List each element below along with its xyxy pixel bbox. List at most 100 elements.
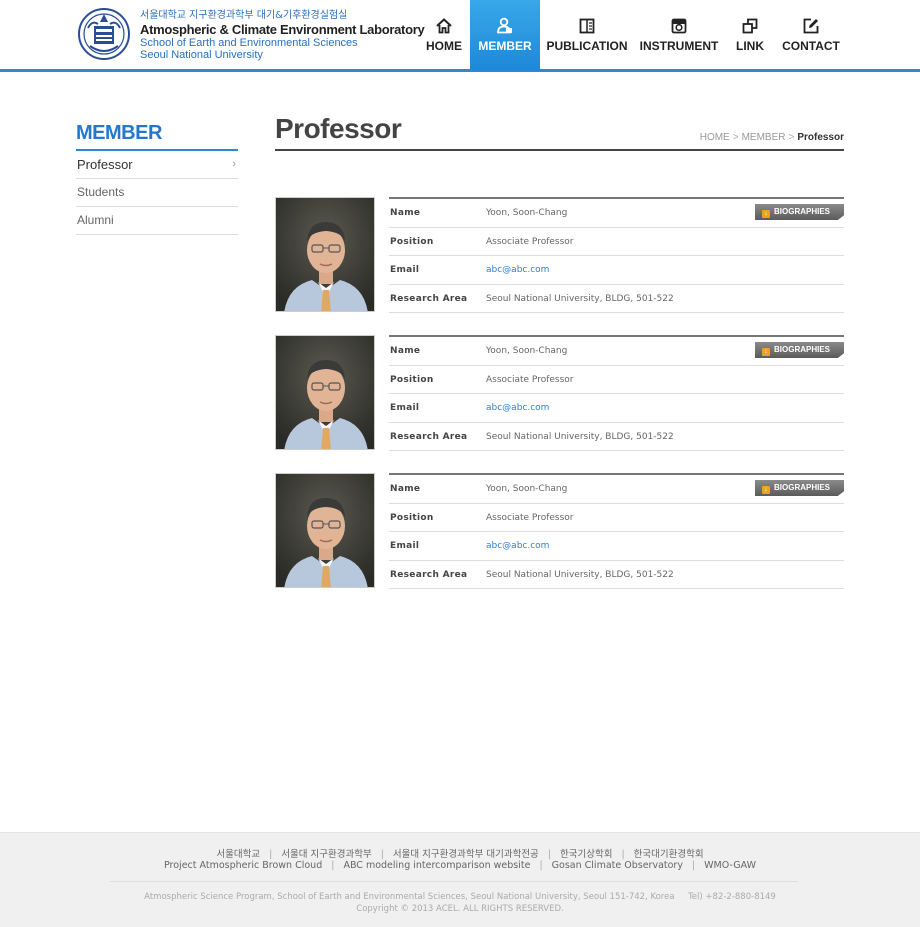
logo-text[interactable]: 서울대학교 지구환경과학부 대기&기후환경실험실 Atmospheric & C… bbox=[140, 10, 425, 61]
nav-contact-label: CONTACT bbox=[782, 39, 840, 53]
footer-link-kms[interactable]: 한국기상학회 bbox=[560, 849, 612, 860]
nav-home[interactable]: HOME bbox=[418, 0, 470, 70]
download-icon: ↓ bbox=[762, 348, 770, 356]
biographies-button[interactable]: ↓ BIOGRAPHIES bbox=[755, 342, 844, 358]
nav-publication[interactable]: PUBLICATION bbox=[540, 0, 634, 70]
separator: | bbox=[539, 860, 543, 871]
download-icon: ↓ bbox=[762, 210, 770, 218]
member-row-name: Name Yoon, Soon-Chang ↓ BIOGRAPHIES bbox=[389, 475, 844, 504]
professor-portrait bbox=[276, 474, 374, 587]
footer-tel: Tel) +82-2-880-8149 bbox=[688, 892, 776, 902]
separator: | bbox=[331, 860, 335, 871]
member-card: Name Yoon, Soon-Chang ↓ BIOGRAPHIES Posit… bbox=[275, 197, 844, 313]
separator: | bbox=[547, 849, 552, 860]
member-icon bbox=[497, 17, 512, 34]
member-research-area: Seoul National University, BLDG, 501-522 bbox=[486, 431, 674, 442]
biographies-button-label: BIOGRAPHIES bbox=[774, 483, 831, 492]
footer-link-atmos[interactable]: 서울대 지구환경과학부 대기과학전공 bbox=[393, 849, 539, 860]
sidebar-item-students[interactable]: Students bbox=[76, 179, 238, 207]
position-label: Position bbox=[390, 374, 434, 385]
biographies-button[interactable]: ↓ BIOGRAPHIES bbox=[755, 480, 844, 496]
nav-contact[interactable]: CONTACT bbox=[776, 0, 846, 70]
separator: | bbox=[269, 849, 273, 860]
email-label: Email bbox=[390, 403, 420, 413]
nav-member[interactable]: MEMBER bbox=[470, 0, 540, 70]
name-label: Name bbox=[390, 484, 421, 494]
member-row-email: Email abc@abc.com bbox=[389, 532, 844, 561]
name-label: Name bbox=[390, 208, 421, 218]
nav-member-label: MEMBER bbox=[478, 39, 532, 53]
breadcrumb-member[interactable]: MEMBER bbox=[742, 132, 786, 143]
sidebar-item-alumni[interactable]: Alumni bbox=[76, 207, 238, 235]
email-label: Email bbox=[390, 541, 420, 551]
nav-instrument[interactable]: INSTRUMENT bbox=[634, 0, 724, 70]
member-email-link[interactable]: abc@abc.com bbox=[486, 541, 549, 551]
member-card: Name Yoon, Soon-Chang ↓ BIOGRAPHIES Posit… bbox=[275, 335, 844, 451]
home-icon bbox=[436, 18, 452, 34]
member-info-table: Name Yoon, Soon-Chang ↓ BIOGRAPHIES Posit… bbox=[389, 335, 844, 451]
research-area-label: Research Area bbox=[390, 569, 468, 580]
footer-link-abc-model[interactable]: ABC modeling intercomparison website bbox=[343, 860, 530, 871]
breadcrumb-current: Professor bbox=[797, 132, 844, 143]
member-email-link[interactable]: abc@abc.com bbox=[486, 403, 549, 413]
separator: | bbox=[380, 849, 384, 860]
footer-links-korean: 서울대학교 | 서울대 지구환경과학부 | 서울대 지구환경과학부 대기과학전공 | 한국기… bbox=[0, 846, 920, 860]
link-icon bbox=[742, 18, 758, 34]
footer-link-snu[interactable]: 서울대학교 bbox=[216, 849, 260, 860]
member-info-table: Name Yoon, Soon-Chang ↓ BIOGRAPHIES Posit… bbox=[389, 473, 844, 589]
university-seal-logo[interactable] bbox=[78, 8, 130, 60]
footer-copyright: Copyright © 2013 ACEL. ALL RIGHTS RESERV… bbox=[356, 904, 564, 914]
footer-links-english: Project Atmospheric Brown Cloud | ABC mode… bbox=[0, 860, 920, 871]
member-research-area: Seoul National University, BLDG, 501-522 bbox=[486, 569, 674, 580]
sidebar-menu: Professor › Students Alumni bbox=[76, 151, 238, 235]
footer-link-wmo[interactable]: WMO-GAW bbox=[704, 860, 756, 871]
main-nav: HOME MEMBER PUBLICATION INSTRUMENT LINK … bbox=[418, 0, 846, 70]
research-area-label: Research Area bbox=[390, 293, 468, 304]
breadcrumb-home[interactable]: HOME bbox=[700, 132, 730, 143]
member-row-position: Position Associate Professor bbox=[389, 504, 844, 532]
site-header: 서울대학교 지구환경과학부 대기&기후환경실험실 Atmospheric & C… bbox=[0, 0, 920, 72]
logo-school-name: School of Earth and Environmental Scienc… bbox=[140, 37, 358, 49]
member-row-research-area: Research Area Seoul National University,… bbox=[389, 423, 844, 451]
nav-link[interactable]: LINK bbox=[724, 0, 776, 70]
nav-publication-label: PUBLICATION bbox=[546, 39, 628, 53]
member-photo bbox=[275, 473, 375, 588]
chevron-right-icon: > bbox=[732, 132, 739, 143]
professor-portrait bbox=[276, 336, 374, 449]
research-area-label: Research Area bbox=[390, 431, 468, 442]
sidebar-item-label: Alumni bbox=[77, 213, 114, 227]
member-name: Yoon, Soon-Chang bbox=[486, 208, 568, 218]
book-icon bbox=[579, 18, 595, 34]
name-label: Name bbox=[390, 346, 421, 356]
footer-link-gosan[interactable]: Gosan Climate Observatory bbox=[552, 860, 683, 871]
camera-icon bbox=[671, 18, 687, 34]
separator: | bbox=[691, 860, 696, 871]
member-row-position: Position Associate Professor bbox=[389, 228, 844, 256]
member-row-email: Email abc@abc.com bbox=[389, 256, 844, 285]
footer-link-abc[interactable]: Project Atmospheric Brown Cloud bbox=[164, 860, 322, 871]
member-row-email: Email abc@abc.com bbox=[389, 394, 844, 423]
member-row-name: Name Yoon, Soon-Chang ↓ BIOGRAPHIES bbox=[389, 337, 844, 366]
biographies-button[interactable]: ↓ BIOGRAPHIES bbox=[755, 204, 844, 220]
footer-link-kosae[interactable]: 한국대기환경학회 bbox=[634, 849, 704, 860]
page-title: Professor bbox=[275, 113, 402, 144]
member-row-position: Position Associate Professor bbox=[389, 366, 844, 394]
member-email-link[interactable]: abc@abc.com bbox=[486, 265, 549, 275]
edit-icon bbox=[803, 18, 819, 34]
footer-address-text: Atmospheric Science Program, School of E… bbox=[144, 892, 675, 902]
member-row-research-area: Research Area Seoul National University,… bbox=[389, 285, 844, 313]
logo-english-title: Atmospheric & Climate Environment Labora… bbox=[140, 22, 425, 37]
biographies-button-label: BIOGRAPHIES bbox=[774, 345, 831, 354]
chevron-right-icon: > bbox=[788, 132, 795, 143]
footer-address: Atmospheric Science Program, School of E… bbox=[0, 892, 920, 902]
member-row-name: Name Yoon, Soon-Chang ↓ BIOGRAPHIES bbox=[389, 199, 844, 228]
member-position: Associate Professor bbox=[486, 374, 574, 385]
position-label: Position bbox=[390, 236, 434, 247]
title-divider bbox=[275, 149, 844, 151]
sidebar-item-professor[interactable]: Professor › bbox=[76, 151, 238, 179]
sidebar-title: MEMBER bbox=[76, 122, 162, 144]
footer-link-sees[interactable]: 서울대 지구환경과학부 bbox=[281, 849, 371, 860]
member-row-research-area: Research Area Seoul National University,… bbox=[389, 561, 844, 589]
biographies-button-label: BIOGRAPHIES bbox=[774, 207, 831, 216]
chevron-right-icon: › bbox=[232, 158, 236, 170]
